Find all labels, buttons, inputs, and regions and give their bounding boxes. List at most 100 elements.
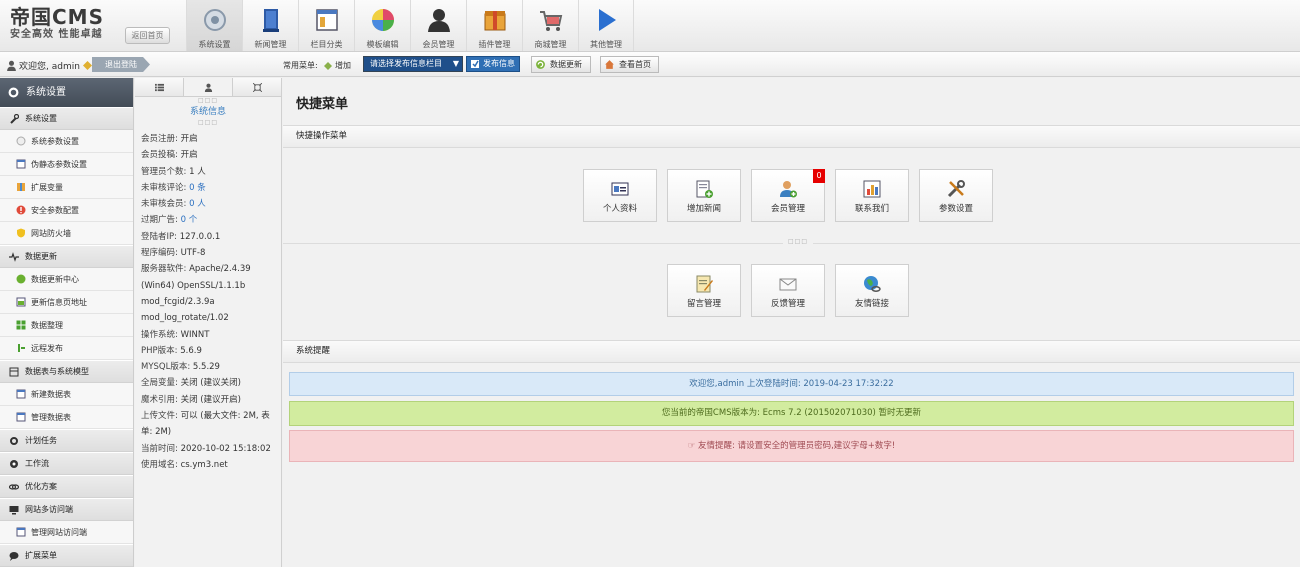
sidebar-group-ext-menu[interactable]: 扩展菜单 [0,544,133,567]
quick-params-button[interactable]: 参数设置 [919,169,993,222]
quick-label: 个人资料 [602,204,637,214]
nav-label: 模板编辑 [366,40,399,49]
quick-links-button[interactable]: 友情链接 [835,264,909,317]
info-line: MYSQL版本: 5.5.29 [141,362,220,373]
tab-expand[interactable] [233,78,281,96]
sidebar-item-new-table[interactable]: 新建数据表 [0,383,133,406]
nav-label: 其他管理 [590,40,622,49]
sidebar-item-manage-access[interactable]: 管理网站访问端 [0,521,133,544]
group-label: 数据表与系统模型 [25,367,89,376]
tab-user[interactable] [184,78,233,96]
sidebar-item-security-params[interactable]: 安全参数配置 [0,199,133,222]
nav-label: 会员管理 [422,40,455,49]
sidebar-item-update-center[interactable]: 数据更新中心 [0,268,133,291]
palette-icon [371,9,394,31]
sidebar-group-multi-access[interactable]: 网站多访问端 [0,498,133,521]
quick-label: 参数设置 [938,204,973,214]
quick-feedback-button[interactable]: 反馈管理 [751,264,825,317]
item-label: 安全参数配置 [31,206,79,215]
item-label: 数据更新中心 [31,275,79,284]
page-title: 快捷菜单 [296,97,349,112]
note-edit-icon [696,275,713,293]
gear-icon [8,87,19,98]
info-tabs [135,78,281,97]
monitor-icon [9,506,19,515]
back-home-button[interactable]: 返回首页 [125,27,170,44]
nav-category[interactable]: 栏目分类 [298,0,354,51]
quick-label: 联系我们 [854,204,889,214]
item-label: 数据整理 [31,321,63,330]
nav-system-settings[interactable]: 系统设置 [186,0,242,51]
tab-list[interactable] [135,78,184,96]
quick-label: 增加新闻 [686,204,721,214]
quick-contact-button[interactable]: 联系我们 [835,169,909,222]
sidebar-group-data-update[interactable]: 数据更新 [0,245,133,268]
sidebar-group-schedule[interactable]: 计划任务 [0,429,133,452]
sidebar-item-manage-table[interactable]: 管理数据表 [0,406,133,429]
item-label: 扩展变量 [31,183,63,192]
envelope-icon [779,278,797,291]
sidebar-item-update-url[interactable]: 更新信息页地址 [0,291,133,314]
nav-news[interactable]: 新闻管理 [242,0,298,51]
gear-icon [203,9,226,31]
page-icon [16,297,26,307]
publish-button[interactable]: 发布信息 [466,56,520,72]
info-line: 使用域名: cs.ym3.net [141,459,228,470]
sidebar-group-system[interactable]: 系统设置 [0,107,133,130]
notice-version: 您当前的帝国CMS版本为: Ecms 7.2 (201502071030) 暂时… [289,401,1294,426]
publish-column-select[interactable]: 请选择发布信息栏目 ▼ [363,56,463,72]
item-label: 新建数据表 [31,390,71,399]
info-line: 服务器软件: Apache/2.4.39 [141,264,251,275]
nav-member[interactable]: 会员管理 [410,0,466,51]
nav-plugin[interactable]: 插件管理 [466,0,522,51]
quick-add-news-button[interactable]: 增加新闻 [667,169,741,222]
welcome-text: 欢迎您, admin [6,59,92,72]
info-line: 未审核评论: 0 条 [141,182,206,193]
sidebar-item-remote-publish[interactable]: 远程发布 [0,337,133,360]
new-table-icon [16,389,26,399]
item-label: 网站防火墙 [31,229,71,238]
info-line: 全局变量: 关闭 (建议关闭) [141,378,241,389]
info-line: 登陆者IP: 127.0.0.1 [141,231,221,242]
data-update-button[interactable]: 数据更新 [531,56,591,73]
info-line: 过期广告: 0 个 [141,215,198,226]
data-update-label: 数据更新 [550,60,582,69]
notice-section-header: 系统提醒 [283,340,1300,363]
view-home-label: 查看首页 [619,60,651,69]
nav-label: 系统设置 [198,40,231,49]
info-line: mod_log_rotate/1.02 [141,313,229,324]
logo[interactable]: 帝国CMS 安全高效 性能卓越 [10,6,125,42]
sidebar-group-tables[interactable]: 数据表与系统模型 [0,360,133,383]
nav-template[interactable]: 模板编辑 [354,0,410,51]
diamond-icon [82,61,92,70]
sidebar-item-firewall[interactable]: 网站防火墙 [0,222,133,245]
quick-guestbook-button[interactable]: 留言管理 [667,264,741,317]
logo-slogan: 安全高效 性能卓越 [10,29,103,40]
sidebar-group-workflow[interactable]: 工作流 [0,452,133,475]
grid-icon [16,320,26,330]
sidebar-item-system-params[interactable]: 系统参数设置 [0,130,133,153]
notice-password-tip: ☞ 友情提醒: 请设置安全的管理员密码,建议字母+数字! [289,430,1294,462]
sidebar-group-optimize[interactable]: 优化方案 [0,475,133,498]
quick-label: 友情链接 [854,299,889,309]
nav-shop[interactable]: 商城管理 [522,0,578,51]
info-line: 管理员个数: 1 人 [141,166,206,177]
sidebar-item-rewrite-params[interactable]: 伪静态参数设置 [0,153,133,176]
plugin-box-icon [484,11,505,31]
quick-member-button[interactable]: 会员管理 0 [751,169,825,222]
nav-label: 栏目分类 [310,40,343,49]
item-label: 更新信息页地址 [31,298,87,307]
quick-profile-button[interactable]: 个人资料 [583,169,657,222]
sidebar-item-data-tidy[interactable]: 数据整理 [0,314,133,337]
add-link[interactable]: 增加 [324,60,351,71]
item-label: 伪静态参数设置 [31,160,87,169]
logout-button[interactable]: 退出登陆 [92,57,150,72]
dots-divider: □□□ [197,97,218,104]
sidebar-item-ext-vars[interactable]: 扩展变量 [0,176,133,199]
view-home-button[interactable]: 查看首页 [600,56,659,73]
home-icon [605,60,614,69]
item-label: 管理数据表 [31,413,71,422]
toolbar: 欢迎您, admin 退出登陆 常用菜单: 增加 请选择发布信息栏目 ▼ 发布信… [0,52,1300,77]
info-line: 当前时间: 2020-10-02 15:18:02 [141,443,271,454]
nav-other[interactable]: 其他管理 [578,0,634,51]
